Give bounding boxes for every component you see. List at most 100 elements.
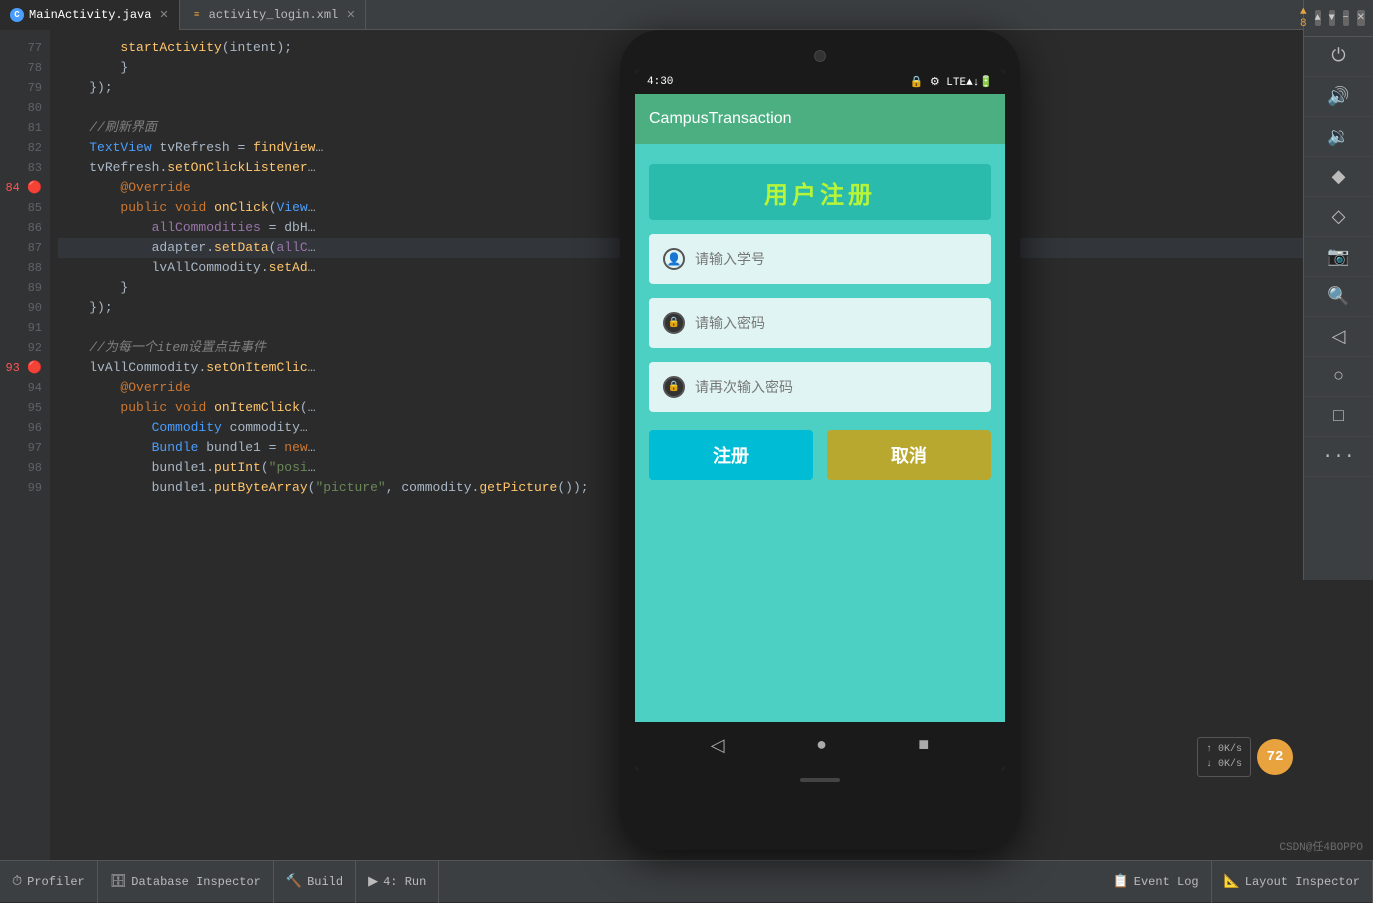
right-toolbar: ▲ 8 ▲ ▼ − ✕ ⏻ 🔊 🔉 ◆ ◇ 📷 🔍 ◁ ○ □ ··· (1303, 0, 1373, 580)
password-placeholder: 请输入密码 (695, 313, 765, 333)
build-icon: 🔨 (286, 874, 302, 889)
diamond-outline-icon-btn[interactable]: ◇ (1304, 197, 1373, 237)
phone-status-bar: 4:30 🔒 ⚙ LTE▲↓🔋 (635, 70, 1005, 94)
action-buttons: 注册 取消 (649, 430, 991, 480)
database-icon: 🗄 (110, 874, 127, 889)
build-label: Build (307, 875, 343, 889)
network-badge-icon: 72 (1257, 739, 1293, 775)
phone-screen: 4:30 🔒 ⚙ LTE▲↓🔋 CampusTransaction 用户注册 👤… (635, 70, 1005, 770)
network-overlay: ↑ 0K/s ↓ 0K/s 72 (1197, 737, 1293, 777)
phone-time: 4:30 (647, 76, 673, 88)
download-speed: ↓ 0K/s (1206, 757, 1242, 772)
more-icon-btn[interactable]: ··· (1304, 437, 1373, 477)
run-icon: ▶ (368, 874, 378, 889)
line-num-77: 77 (0, 38, 42, 58)
profiler-label: Profiler (27, 875, 85, 889)
layout-inspector-btn[interactable]: 📐 Layout Inspector (1212, 861, 1373, 903)
line-num-98: 98 (0, 458, 42, 478)
line-numbers: 77 78 79 80 81 82 83 84 🔴 85 86 87 88 89… (0, 30, 50, 860)
line-num-97: 97 (0, 438, 42, 458)
phone-home-btn[interactable]: ● (816, 736, 827, 756)
diamond-filled-icon-btn[interactable]: ◆ (1304, 157, 1373, 197)
phone-overlay: 4:30 🔒 ⚙ LTE▲↓🔋 CampusTransaction 用户注册 👤… (620, 30, 1020, 850)
line-num-91: 91 (0, 318, 42, 338)
phone-notch (635, 50, 1005, 62)
line-num-83: 83 (0, 158, 42, 178)
tab-activity-login[interactable]: ≡ activity_login.xml ✕ (180, 0, 367, 30)
line-num-85: 85 (0, 198, 42, 218)
register-title: 用户注册 (764, 175, 876, 210)
student-id-placeholder: 请输入学号 (695, 249, 765, 269)
line-num-84: 84 🔴 (0, 178, 42, 198)
home-icon-btn[interactable]: ○ (1304, 357, 1373, 397)
phone-back-btn[interactable]: ◁ (711, 735, 725, 757)
tab-main-activity[interactable]: C MainActivity.java ✕ (0, 0, 180, 30)
profiler-btn[interactable]: ⏱ Profiler (0, 861, 98, 903)
student-id-input[interactable]: 👤 请输入学号 (649, 234, 991, 284)
line-num-89: 89 (0, 278, 42, 298)
phone-recents-btn[interactable]: ■ (918, 736, 929, 756)
arrow-up-btn[interactable]: ▲ (1315, 10, 1321, 26)
tab-activity-login-close[interactable]: ✕ (346, 8, 355, 22)
phone-status-icons: 🔒 ⚙ LTE▲↓🔋 (910, 75, 993, 89)
camera-icon-btn[interactable]: 📷 (1304, 237, 1373, 277)
layout-inspector-icon: 📐 (1224, 874, 1240, 889)
confirm-password-input[interactable]: 🔒 请再次输入密码 (649, 362, 991, 412)
power-icon-btn[interactable]: ⏻ (1304, 37, 1373, 77)
tab-main-activity-close[interactable]: ✕ (159, 8, 168, 22)
tab-main-activity-label: MainActivity.java (29, 8, 151, 22)
volume-up-icon-btn[interactable]: 🔊 (1304, 77, 1373, 117)
watermark: CSDN@任4BOPPO (1279, 838, 1363, 854)
run-label: 4: Run (383, 875, 426, 889)
line-num-82: 82 (0, 138, 42, 158)
database-inspector-btn[interactable]: 🗄 Database Inspector (98, 861, 274, 903)
volume-down-icon-btn[interactable]: 🔉 (1304, 117, 1373, 157)
lock-icon: 🔒 (663, 312, 685, 334)
profiler-icon: ⏱ (12, 874, 22, 889)
tab-bar: C MainActivity.java ✕ ≡ activity_login.x… (0, 0, 1373, 30)
xml-icon: ≡ (190, 8, 204, 22)
line-num-88: 88 (0, 258, 42, 278)
back-icon-btn[interactable]: ◁ (1304, 317, 1373, 357)
line-num-90: 90 (0, 298, 42, 318)
phone-app-bar: CampusTransaction (635, 94, 1005, 144)
password-input[interactable]: 🔒 请输入密码 (649, 298, 991, 348)
register-banner: 用户注册 (649, 164, 991, 220)
arrow-down-btn[interactable]: ▼ (1329, 10, 1335, 26)
recents-icon-btn[interactable]: □ (1304, 397, 1373, 437)
tab-activity-login-label: activity_login.xml (209, 8, 339, 22)
upload-speed: ↑ 0K/s (1206, 742, 1242, 757)
line-num-79: 79 (0, 78, 42, 98)
line-num-80: 80 (0, 98, 42, 118)
phone-app-title: CampusTransaction (649, 110, 792, 128)
line-num-78: 78 (0, 58, 42, 78)
cancel-button[interactable]: 取消 (827, 430, 991, 480)
bottom-toolbar: ⏱ Profiler 🗄 Database Inspector 🔨 Build … (0, 860, 1373, 902)
java-icon: C (10, 8, 24, 22)
zoom-icon-btn[interactable]: 🔍 (1304, 277, 1373, 317)
line-num-95: 95 (0, 398, 42, 418)
layout-inspector-label: Layout Inspector (1245, 875, 1360, 889)
register-button[interactable]: 注册 (649, 430, 813, 480)
line-num-81: 81 (0, 118, 42, 138)
line-num-93: 93 🔴 (0, 358, 42, 378)
phone-home-indicator (635, 770, 1005, 790)
run-btn[interactable]: ▶ 4: Run (356, 861, 439, 903)
close-btn[interactable]: ✕ (1357, 10, 1365, 26)
warning-badge: ▲ 8 (1300, 6, 1307, 30)
phone-content: 用户注册 👤 请输入学号 🔒 请输入密码 🔒 请再次输入密码 (635, 144, 1005, 722)
event-log-btn[interactable]: 📋 Event Log (1101, 861, 1212, 903)
line-num-94: 94 (0, 378, 42, 398)
line-num-86: 86 (0, 218, 42, 238)
event-log-label: Event Log (1134, 875, 1199, 889)
line-num-99: 99 (0, 478, 42, 498)
user-icon: 👤 (663, 248, 685, 270)
event-log-icon: 📋 (1113, 874, 1129, 889)
phone-nav-bar: ◁ ● ■ (635, 722, 1005, 770)
minimize-btn[interactable]: − (1343, 10, 1349, 26)
phone-camera (814, 50, 826, 62)
lock2-icon: 🔒 (663, 376, 685, 398)
build-btn[interactable]: 🔨 Build (274, 861, 356, 903)
confirm-password-placeholder: 请再次输入密码 (695, 377, 793, 397)
line-num-87: 87 (0, 238, 42, 258)
